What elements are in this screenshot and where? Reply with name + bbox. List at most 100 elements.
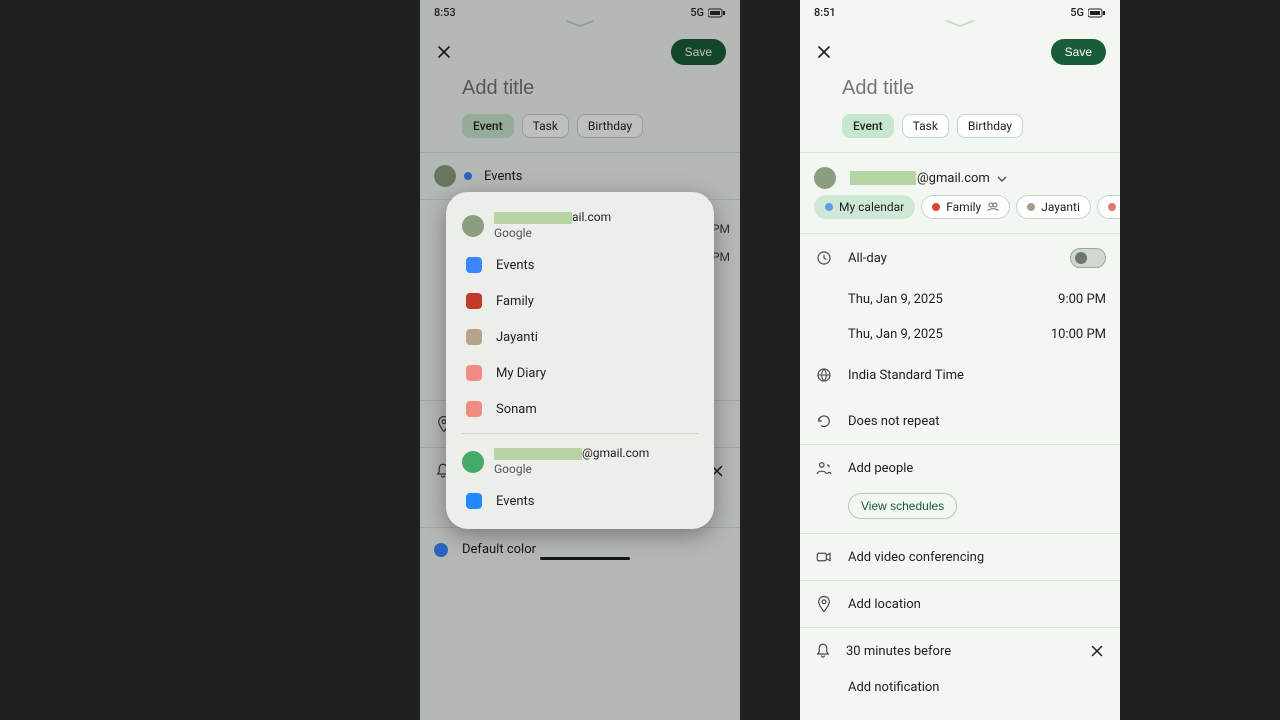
calendar-option-label: My Diary [496, 366, 546, 381]
calendar-chips: My calendar Family Jayanti My D [800, 195, 1120, 233]
add-location-row[interactable]: Add location [800, 581, 1120, 627]
color-swatch-icon [466, 257, 482, 273]
clock-icon [815, 249, 833, 267]
globe-icon [815, 366, 833, 384]
color-swatch-icon [466, 493, 482, 509]
end-time: 10:00 PM [1051, 327, 1106, 342]
start-date: Thu, Jan 9, 2025 [848, 292, 943, 307]
save-button[interactable]: Save [1051, 39, 1106, 65]
calendar-option-events[interactable]: Events [446, 247, 714, 283]
tab-task[interactable]: Task [522, 114, 569, 138]
end-datetime[interactable]: Thu, Jan 9, 2025 10:00 PM [800, 317, 1120, 352]
account-header[interactable]: ail.com Google [446, 204, 714, 247]
add-people-row[interactable]: Add people [800, 445, 1120, 491]
chip-label: Jayanti [1041, 200, 1080, 214]
view-schedules-button[interactable]: View schedules [848, 493, 957, 519]
timezone-row[interactable]: India Standard Time [800, 352, 1120, 398]
event-type-tabs: Event Task Birthday [800, 106, 1120, 152]
color-swatch-icon [466, 329, 482, 345]
avatar [814, 167, 836, 189]
account-header-2[interactable]: @gmail.com Google [446, 440, 714, 483]
people-icon [815, 459, 833, 477]
chip-label: My calendar [839, 200, 904, 214]
battery-icon [1088, 8, 1106, 18]
chip-mydiary[interactable]: My D [1097, 195, 1120, 219]
account-selector[interactable]: @gmail.com [800, 153, 1120, 195]
reminder-label[interactable]: 30 minutes before [846, 644, 951, 659]
time-hint: PM [712, 250, 730, 264]
account-provider: Google [494, 226, 611, 242]
chip-label: Family [946, 200, 981, 214]
phone-left: 8:53 5G Save Event Task Birthday Events [420, 0, 740, 720]
calendar-option-label: Sonam [496, 402, 537, 417]
close-icon[interactable] [434, 42, 454, 62]
calendar-option-label: Events [496, 494, 534, 509]
add-video-label: Add video conferencing [848, 550, 984, 565]
save-button[interactable]: Save [671, 39, 726, 65]
calendar-option-mydiary[interactable]: My Diary [446, 355, 714, 391]
allday-toggle[interactable] [1070, 248, 1106, 268]
calendar-dot-icon [1108, 203, 1116, 211]
title-input[interactable] [800, 71, 1120, 106]
redacted-email-prefix [494, 212, 572, 224]
add-location-label: Add location [848, 597, 921, 612]
tab-birthday[interactable]: Birthday [957, 114, 1023, 138]
account-provider: Google [494, 462, 649, 478]
calendar-option-label: Events [496, 258, 534, 273]
default-color-label: Default color [462, 542, 536, 557]
repeat-row[interactable]: Does not repeat [800, 398, 1120, 444]
calendar-picker-popup: ail.com Google Events Family Jayanti My … [446, 192, 714, 529]
event-type-tabs: Event Task Birthday [420, 106, 740, 152]
color-swatch-icon [466, 365, 482, 381]
add-notification[interactable]: Add notification [800, 674, 1120, 707]
calendar-option-jayanti[interactable]: Jayanti [446, 319, 714, 355]
phone-right: 8:51 5G Save Event Task Birthday @gmail.… [800, 0, 1120, 720]
default-color-row[interactable]: Default color [420, 528, 740, 557]
calendar-option-label: Family [496, 294, 534, 309]
chip-jayanti[interactable]: Jayanti [1016, 195, 1091, 219]
network-label: 5G [1070, 6, 1084, 19]
repeat-label: Does not repeat [848, 414, 940, 429]
chevron-down-icon [997, 176, 1007, 182]
allday-row: All-day [800, 234, 1120, 282]
add-video-row[interactable]: Add video conferencing [800, 534, 1120, 580]
chip-family[interactable]: Family [921, 195, 1010, 219]
redacted-email-prefix [494, 448, 582, 460]
calendar-selected-label: Events [478, 169, 522, 184]
email-suffix: ail.com [572, 210, 611, 224]
calendar-option-sonam[interactable]: Sonam [446, 391, 714, 427]
timezone-label: India Standard Time [848, 368, 964, 383]
bell-icon [814, 642, 832, 660]
redacted-email-prefix [850, 171, 916, 185]
network-label: 5G [690, 6, 704, 19]
shared-icon [987, 202, 999, 212]
tab-task[interactable]: Task [902, 114, 949, 138]
avatar [434, 165, 456, 187]
calendar-option-events-2[interactable]: Events [446, 483, 714, 519]
time-hint: PM [712, 222, 730, 236]
color-swatch-icon [466, 401, 482, 417]
email-suffix: @gmail.com [917, 171, 990, 186]
tab-event[interactable]: Event [842, 114, 894, 138]
calendar-option-family[interactable]: Family [446, 283, 714, 319]
tab-birthday[interactable]: Birthday [577, 114, 643, 138]
end-date: Thu, Jan 9, 2025 [848, 327, 943, 342]
divider [462, 433, 698, 434]
calendar-option-label: Jayanti [496, 330, 538, 345]
tab-event[interactable]: Event [462, 114, 514, 138]
calendar-dot-icon [932, 203, 940, 211]
allday-label: All-day [848, 251, 1056, 266]
status-time: 8:53 [434, 6, 456, 19]
color-swatch-icon [466, 293, 482, 309]
location-icon [815, 595, 833, 613]
remove-reminder-icon[interactable] [1088, 642, 1106, 660]
close-icon[interactable] [814, 42, 834, 62]
battery-icon [708, 8, 726, 18]
start-datetime[interactable]: Thu, Jan 9, 2025 9:00 PM [800, 282, 1120, 317]
title-input[interactable] [420, 71, 740, 106]
chip-my-calendar[interactable]: My calendar [814, 195, 915, 219]
status-bar: 8:53 5G [420, 0, 740, 21]
calendar-dot-icon [1027, 203, 1035, 211]
email-suffix: @gmail.com [582, 446, 649, 460]
avatar [462, 451, 484, 473]
